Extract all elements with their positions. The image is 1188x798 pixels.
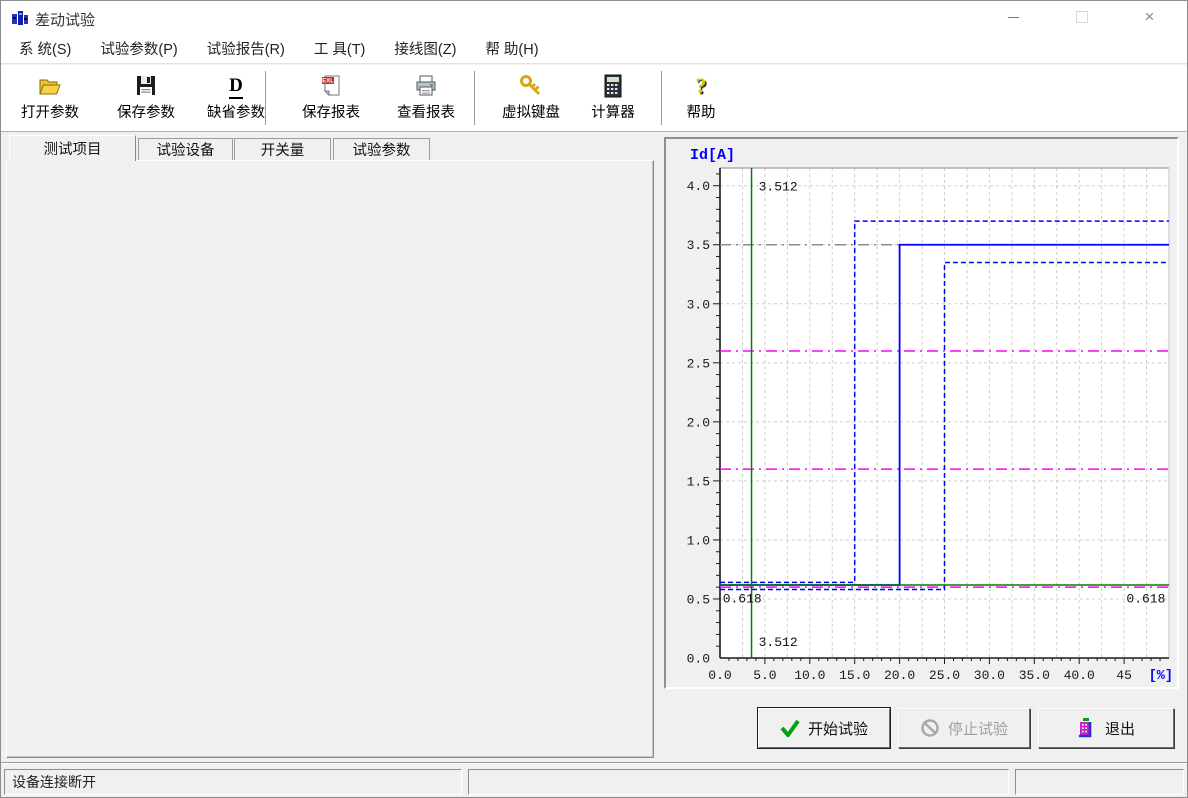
menu-system[interactable]: 系 统(S) (19, 38, 71, 59)
menu-test-params[interactable]: 试验参数(P) (100, 38, 177, 59)
window-title: 差动试验 (35, 9, 95, 30)
svg-text:3.0: 3.0 (687, 297, 710, 312)
svg-text:3.5: 3.5 (687, 238, 710, 253)
stop-test-button: 停止试验 (898, 708, 1030, 748)
svg-text:5.0: 5.0 (753, 668, 776, 683)
save-report-button[interactable]: EXL 保存报表 (287, 69, 375, 127)
calculator-icon (602, 69, 624, 99)
svg-text:20.0: 20.0 (884, 668, 915, 683)
open-folder-icon (37, 69, 63, 99)
svg-text:0.618: 0.618 (1126, 592, 1165, 607)
svg-text:10.0: 10.0 (794, 668, 825, 683)
question-mark-icon: ? (696, 69, 707, 99)
differential-chart: 0.0 0.5 1.0 1.5 2.0 2.5 3.0 3.5 4.0 0.0 5.0 10.0 15.… (666, 139, 1177, 687)
status-panel (468, 769, 1009, 795)
test-items-page (6, 160, 654, 758)
calculator-button[interactable]: 计算器 (571, 69, 655, 127)
tab-test-device[interactable]: 试验设备 (138, 138, 233, 160)
svg-text:35.0: 35.0 (1019, 668, 1050, 683)
svg-text:1.0: 1.0 (687, 533, 710, 548)
svg-text:EXL: EXL (322, 79, 334, 85)
svg-text:1.5: 1.5 (687, 474, 710, 489)
tab-test-items[interactable]: 测试项目 (9, 135, 136, 161)
help-button[interactable]: ? 帮助 (673, 69, 729, 127)
menu-tools[interactable]: 工 具(T) (314, 38, 366, 59)
printer-icon (413, 69, 439, 99)
view-report-button[interactable]: 查看报表 (382, 69, 470, 127)
svg-text:0.5: 0.5 (687, 592, 710, 607)
prohibition-icon (920, 718, 940, 738)
svg-text:3.512: 3.512 (759, 179, 798, 194)
start-test-button[interactable]: 开始试验 (758, 708, 890, 748)
svg-text:45: 45 (1116, 668, 1132, 683)
open-params-button[interactable]: 打开参数 (8, 69, 92, 127)
svg-text:40.0: 40.0 (1064, 668, 1095, 683)
key-icon (518, 69, 544, 99)
svg-text:2.0: 2.0 (687, 415, 710, 430)
menu-help[interactable]: 帮 助(H) (485, 38, 538, 59)
toolbar-separator (661, 71, 665, 125)
save-params-button[interactable]: 保存参数 (104, 69, 188, 127)
exit-door-icon (1077, 717, 1097, 739)
svg-text:15.0: 15.0 (839, 668, 870, 683)
svg-text:0.618: 0.618 (723, 592, 762, 607)
svg-text:0.0: 0.0 (687, 652, 710, 667)
floppy-disk-icon (134, 69, 158, 99)
toolbar-separator (474, 71, 478, 125)
app-icon (11, 9, 29, 27)
status-panel (1015, 769, 1184, 795)
svg-text:3.512: 3.512 (759, 635, 798, 650)
minimize-button[interactable] (991, 1, 1036, 33)
toolbar-separator (265, 71, 269, 125)
tab-switch-values[interactable]: 开关量 (234, 138, 331, 160)
check-icon (780, 719, 800, 737)
virtual-keyboard-button[interactable]: 虚拟键盘 (487, 69, 575, 127)
svg-text:0.0: 0.0 (708, 668, 731, 683)
svg-text:2.5: 2.5 (687, 356, 710, 371)
svg-text:30.0: 30.0 (974, 668, 1005, 683)
svg-text:4.0: 4.0 (687, 179, 710, 194)
svg-text:Id[A]: Id[A] (690, 147, 735, 164)
status-bar: 设备连接断开 (1, 763, 1187, 798)
menu-wiring-diagram[interactable]: 接线图(Z) (394, 38, 456, 59)
exit-button[interactable]: 退出 (1038, 708, 1174, 748)
menu-test-report[interactable]: 试验报告(R) (207, 38, 285, 59)
app-window: 差动试验 × 系 统(S) 试验参数(P) 试验报告(R) 工 具(T) 接线图… (0, 0, 1188, 798)
toolbar: 打开参数 保存参数 D 缺省参数 EXL 保存报表 查看报表 (1, 65, 1187, 132)
connection-status: 设备连接断开 (4, 769, 462, 795)
chart-panel: 0.0 0.5 1.0 1.5 2.0 2.5 3.0 3.5 4.0 0.0 5.0 10.0 15.… (664, 137, 1179, 689)
maximize-button[interactable] (1059, 1, 1104, 33)
excel-report-icon: EXL (318, 69, 344, 99)
menu-bar: 系 统(S) 试验参数(P) 试验报告(R) 工 具(T) 接线图(Z) 帮 助… (1, 34, 1187, 64)
svg-text:[%]: [%] (1149, 669, 1173, 684)
close-button[interactable]: × (1127, 1, 1172, 33)
tab-test-params[interactable]: 试验参数 (333, 138, 430, 160)
title-bar: 差动试验 × (1, 1, 1187, 34)
svg-text:25.0: 25.0 (929, 668, 960, 683)
letter-d-icon: D (229, 69, 243, 99)
